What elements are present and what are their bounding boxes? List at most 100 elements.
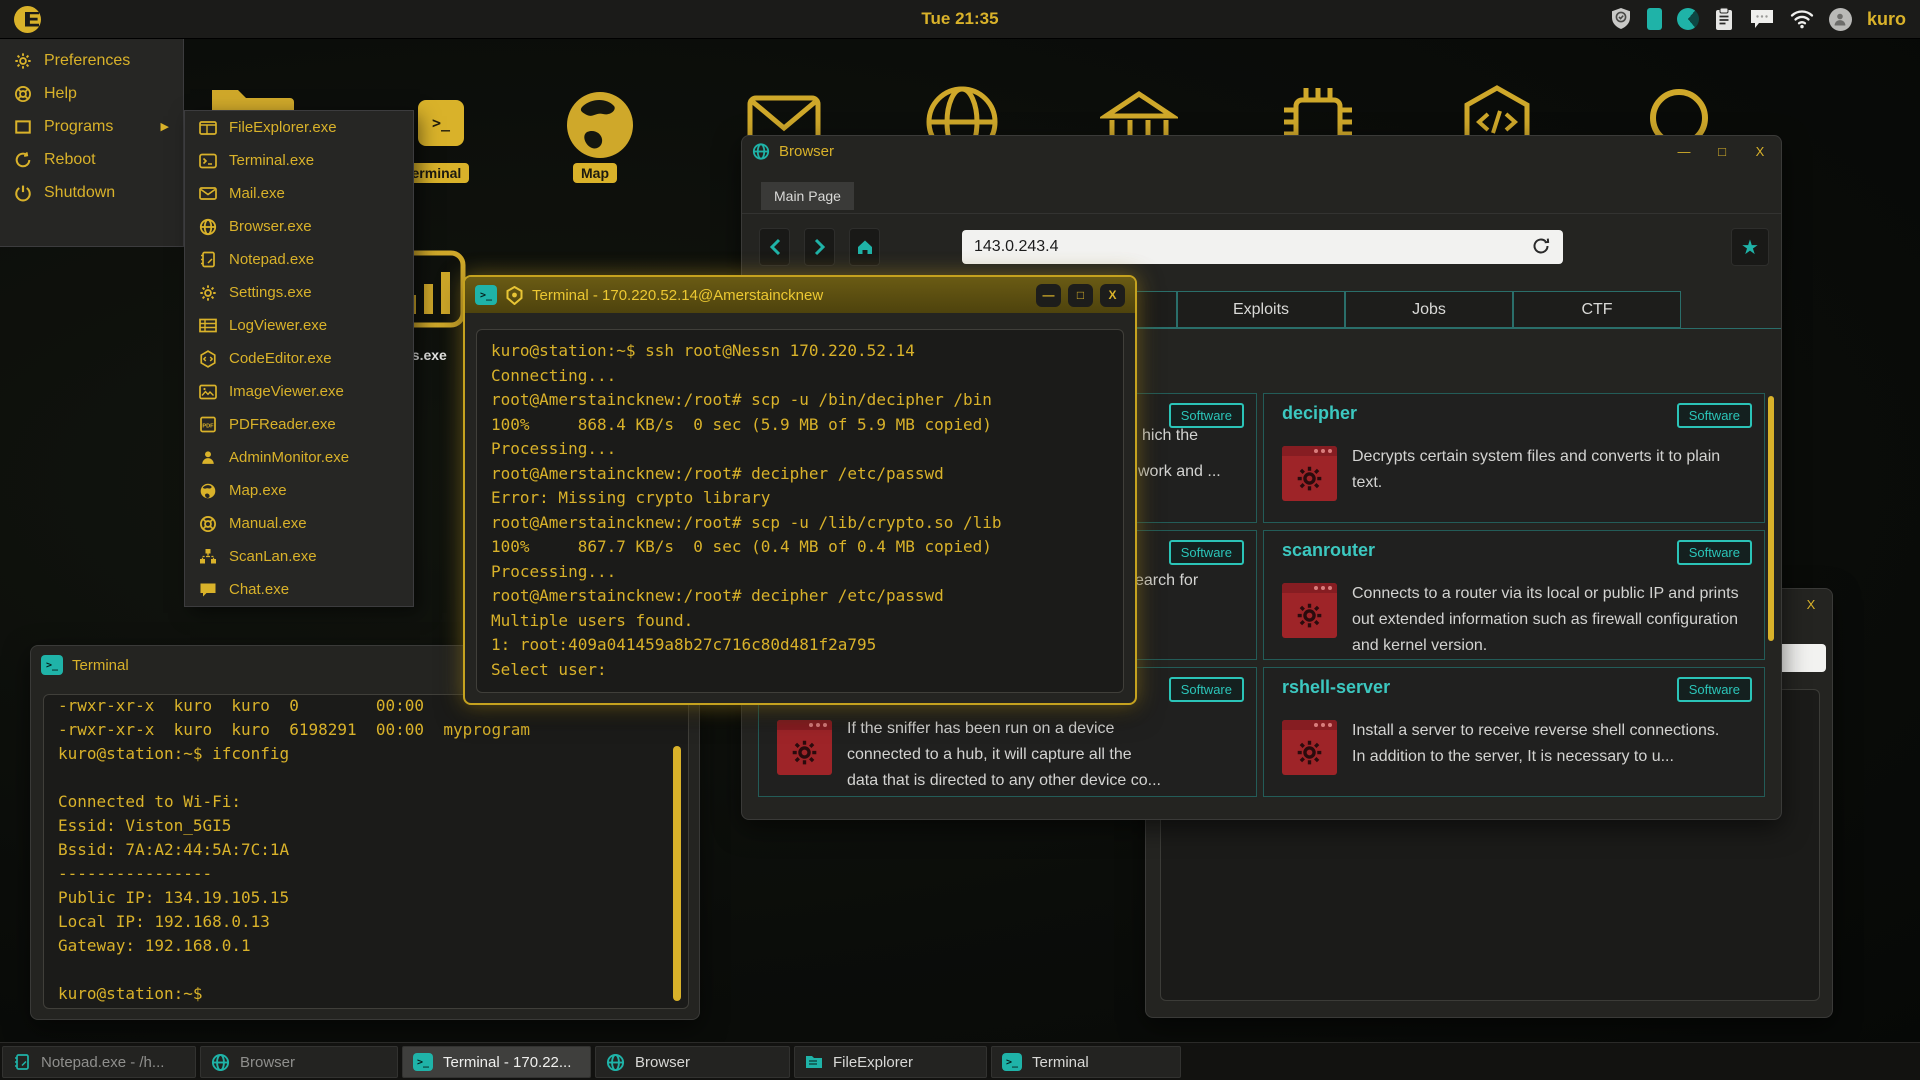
taskbar-item-notepad[interactable]: Notepad.exe - /h... bbox=[2, 1046, 196, 1078]
globe-icon bbox=[606, 1053, 625, 1072]
maximize-button[interactable]: □ bbox=[1068, 284, 1093, 307]
remote-terminal-titlebar[interactable]: >_ Terminal - 170.220.52.14@Amerstainckn… bbox=[465, 277, 1135, 313]
taskbar-item-remote-terminal[interactable]: >_ Terminal - 170.22... bbox=[402, 1046, 591, 1078]
back-button[interactable] bbox=[759, 228, 790, 266]
local-terminal-body[interactable]: -rwxr-xr-x kuro kuro 0 00:00 -rwxr-xr-x … bbox=[43, 694, 689, 1009]
gear-icon bbox=[14, 52, 32, 70]
close-button[interactable]: X bbox=[1749, 141, 1771, 161]
submenu-item-pdfreader[interactable]: PDF PDFReader.exe bbox=[185, 408, 413, 441]
taskbar-item-local-terminal[interactable]: >_ Terminal bbox=[991, 1046, 1181, 1078]
home-button[interactable] bbox=[849, 228, 880, 266]
url-input[interactable] bbox=[962, 230, 1563, 264]
menu-item-preferences[interactable]: Preferences bbox=[0, 44, 183, 77]
notepad-icon bbox=[13, 1053, 31, 1071]
software-title: scanrouter bbox=[1282, 540, 1375, 561]
software-row-scanrouter[interactable]: scanrouter Software Connects to a router… bbox=[1263, 530, 1765, 660]
software-title: decipher bbox=[1282, 403, 1357, 424]
menu-item-label: Preferences bbox=[44, 52, 130, 70]
remote-terminal-output: kuro@station:~$ ssh root@Nessn 170.220.5… bbox=[477, 330, 1123, 691]
person-icon bbox=[199, 449, 217, 466]
remote-terminal-body[interactable]: kuro@station:~$ ssh root@Nessn 170.220.5… bbox=[476, 329, 1124, 693]
clock: Tue 21:35 bbox=[0, 9, 1920, 29]
submenu-item-label: Chat.exe bbox=[229, 581, 289, 598]
browser-scrollbar[interactable] bbox=[1768, 396, 1774, 641]
desktop-terminal-icon[interactable]: >_ bbox=[418, 100, 464, 146]
top-bar: Tue 21:35 kuro bbox=[0, 0, 1920, 39]
software-title: rshell-server bbox=[1282, 677, 1390, 698]
menu-item-help[interactable]: Help bbox=[0, 77, 183, 110]
desktop-map-label[interactable]: Map bbox=[573, 163, 617, 183]
submenu-item-mail[interactable]: Mail.exe bbox=[185, 177, 413, 210]
taskbar-item-browser-1[interactable]: Browser bbox=[200, 1046, 398, 1078]
submenu-item-logviewer[interactable]: LogViewer.exe bbox=[185, 309, 413, 342]
submenu-item-label: FileExplorer.exe bbox=[229, 119, 337, 136]
submenu-item-chat[interactable]: Chat.exe bbox=[185, 573, 413, 606]
maximize-button[interactable]: □ bbox=[1711, 141, 1733, 161]
description-fragment: hich the bbox=[1142, 427, 1198, 445]
browser-titlebar[interactable]: Browser — □ X bbox=[742, 136, 1781, 166]
menu-item-programs[interactable]: Programs ▶ bbox=[0, 110, 183, 143]
terminal-icon: >_ bbox=[41, 655, 63, 675]
close-button[interactable]: X bbox=[1800, 594, 1822, 614]
description-fragment: work and ... bbox=[1138, 463, 1221, 481]
shield-badge-icon bbox=[506, 286, 523, 305]
home-icon bbox=[856, 238, 874, 256]
life-ring-icon bbox=[199, 515, 217, 533]
folder-icon bbox=[199, 120, 217, 136]
submenu-item-label: AdminMonitor.exe bbox=[229, 449, 349, 466]
taskbar-item-fileexplorer[interactable]: FileExplorer bbox=[794, 1046, 987, 1078]
taskbar-item-browser-2[interactable]: Browser bbox=[595, 1046, 790, 1078]
terminal-icon: >_ bbox=[475, 285, 497, 305]
remote-terminal-title: Terminal - 170.220.52.14@Amerstaincknew bbox=[532, 287, 823, 304]
menu-item-reboot[interactable]: Reboot bbox=[0, 143, 183, 176]
submenu-item-label: Terminal.exe bbox=[229, 152, 314, 169]
network-icon bbox=[199, 548, 217, 565]
submenu-item-scanlan[interactable]: ScanLan.exe bbox=[185, 540, 413, 573]
submenu-item-label: ImageViewer.exe bbox=[229, 383, 344, 400]
submenu-item-manual[interactable]: Manual.exe bbox=[185, 507, 413, 540]
svg-text:PDF: PDF bbox=[202, 423, 214, 429]
minimize-button[interactable]: — bbox=[1036, 284, 1061, 307]
submenu-arrow-icon: ▶ bbox=[161, 120, 169, 133]
taskbar-item-label: Browser bbox=[635, 1054, 690, 1071]
submenu-item-notepad[interactable]: Notepad.exe bbox=[185, 243, 413, 276]
refresh-icon[interactable] bbox=[1531, 236, 1551, 256]
browser-page-tab[interactable]: Main Page bbox=[761, 182, 854, 210]
remote-terminal-window[interactable]: >_ Terminal - 170.220.52.14@Amerstainckn… bbox=[463, 275, 1137, 705]
chevron-left-icon bbox=[768, 238, 782, 256]
menu-item-label: Shutdown bbox=[44, 184, 115, 202]
taskbar-item-label: Notepad.exe - /h... bbox=[41, 1054, 164, 1071]
submenu-item-fileexplorer[interactable]: FileExplorer.exe bbox=[185, 111, 413, 144]
map-globe-icon bbox=[199, 482, 217, 500]
software-row-rshell-server[interactable]: rshell-server Software Install a server … bbox=[1263, 667, 1765, 797]
desktop-map-icon[interactable] bbox=[563, 88, 637, 162]
software-badge: Software bbox=[1169, 403, 1244, 428]
submenu-item-map[interactable]: Map.exe bbox=[185, 474, 413, 507]
submenu-item-adminmonitor[interactable]: AdminMonitor.exe bbox=[185, 441, 413, 474]
chevron-right-icon bbox=[813, 238, 827, 256]
star-icon: ★ bbox=[1741, 235, 1759, 260]
pdf-icon: PDF bbox=[199, 416, 217, 433]
submenu-item-codeeditor[interactable]: CodeEditor.exe bbox=[185, 342, 413, 375]
submenu-item-label: Settings.exe bbox=[229, 284, 312, 301]
forward-button[interactable] bbox=[804, 228, 835, 266]
close-button[interactable]: X bbox=[1100, 284, 1125, 307]
tab-exploits[interactable]: Exploits bbox=[1177, 291, 1345, 328]
menu-item-shutdown[interactable]: Shutdown bbox=[0, 176, 183, 209]
submenu-item-browser[interactable]: Browser.exe bbox=[185, 210, 413, 243]
bookmark-button[interactable]: ★ bbox=[1731, 228, 1769, 266]
submenu-item-imageviewer[interactable]: ImageViewer.exe bbox=[185, 375, 413, 408]
terminal-scrollbar[interactable] bbox=[673, 746, 681, 1001]
tab-ctf[interactable]: CTF bbox=[1513, 291, 1681, 328]
submenu-item-terminal[interactable]: Terminal.exe bbox=[185, 144, 413, 177]
minimize-button[interactable]: — bbox=[1673, 141, 1695, 161]
software-row-decipher[interactable]: decipher Software Decrypts certain syste… bbox=[1263, 393, 1765, 523]
software-description: If the sniffer has been run on a device … bbox=[847, 716, 1249, 794]
mail-icon bbox=[199, 186, 217, 201]
submenu-item-label: PDFReader.exe bbox=[229, 416, 336, 433]
software-badge: Software bbox=[1169, 540, 1244, 565]
software-description: Decrypts certain system files and conver… bbox=[1352, 444, 1754, 496]
tab-jobs[interactable]: Jobs bbox=[1345, 291, 1513, 328]
submenu-item-settings[interactable]: Settings.exe bbox=[185, 276, 413, 309]
local-terminal-title: Terminal bbox=[72, 657, 129, 674]
